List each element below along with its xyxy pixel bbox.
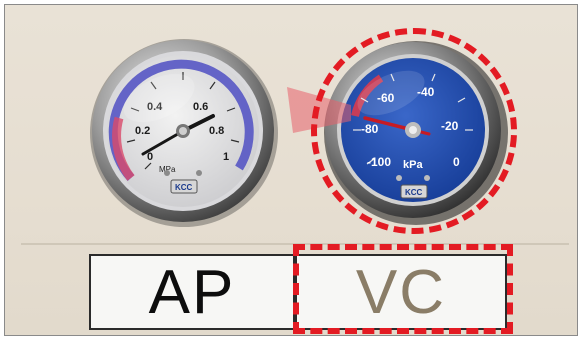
vc-label-highlight xyxy=(293,244,513,334)
ap-brand-label: KCC xyxy=(175,183,193,192)
vacuum-gauge-highlight xyxy=(311,28,517,234)
ap-scale-label: 1 xyxy=(223,151,229,163)
photo-frame: 0 0.2 0.4 0.6 0.8 1 MPa KCC -100 -80 -60… xyxy=(4,4,578,336)
ap-scale-label: 0.8 xyxy=(209,125,224,137)
ap-label: AP xyxy=(148,257,236,327)
ap-scale-label: 0.6 xyxy=(193,101,208,113)
ap-scale-label: 0.2 xyxy=(135,125,150,137)
pressure-gauge-ap: 0 0.2 0.4 0.6 0.8 1 MPa KCC xyxy=(90,39,278,227)
ap-label-box: AP xyxy=(89,254,295,330)
